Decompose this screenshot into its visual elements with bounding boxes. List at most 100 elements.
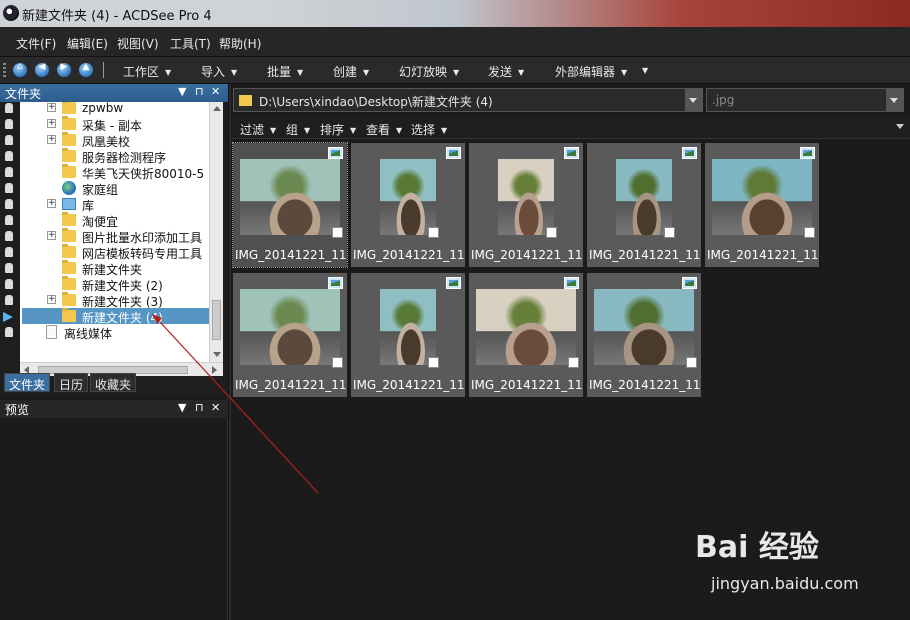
tree-item[interactable]: 新建文件夹 [0, 260, 209, 277]
tab-favorites[interactable]: 收藏夹 [90, 373, 137, 392]
select-checkbox[interactable] [664, 227, 675, 238]
browse-sort-menu[interactable]: 排序 ▼ [320, 121, 356, 138]
select-checkbox[interactable] [686, 357, 697, 368]
panel-menu-icon[interactable]: ▼ [178, 85, 186, 98]
select-checkbox[interactable] [568, 357, 579, 368]
thumbnail-item[interactable]: IMG_20141221_11... [469, 273, 583, 397]
panel-splitter[interactable] [228, 84, 231, 620]
pin-icon[interactable] [5, 279, 13, 289]
back-button[interactable]: ◀ [35, 62, 49, 77]
thumbnail-image[interactable] [712, 159, 812, 235]
select-checkbox[interactable] [332, 357, 343, 368]
pin-icon[interactable] [5, 263, 13, 273]
select-checkbox[interactable] [428, 227, 439, 238]
tree-item[interactable]: + zpwbw [0, 102, 209, 116]
toolbar-external-editor[interactable]: 外部编辑器 ▼ [555, 63, 627, 80]
tree-item[interactable]: 服务器检测程序 [0, 148, 209, 165]
home-button[interactable]: ⌂ [13, 62, 27, 77]
thumbnail-item[interactable]: IMG_20141221_11... [351, 143, 465, 267]
thumbnail-item[interactable]: IMG_20141221_11... [587, 143, 701, 267]
thumbnail-image[interactable] [240, 289, 340, 365]
toolbar-overflow-button[interactable]: ▼ [642, 66, 648, 75]
thumbnail-item[interactable]: IMG_20141221_11... [233, 273, 347, 397]
pin-icon[interactable] [5, 119, 13, 129]
expand-icon[interactable]: + [47, 231, 56, 240]
thumbnail-image[interactable] [380, 159, 436, 235]
forward-button[interactable]: ▶ [57, 62, 71, 77]
thumbnail-item[interactable]: IMG_20141221_11... [351, 273, 465, 397]
thumbnail-image[interactable] [498, 159, 554, 235]
toolbar-workspace[interactable]: 工作区 ▼ [123, 63, 171, 80]
toolbar-import[interactable]: 导入 ▼ [201, 63, 237, 80]
toolbar-grip[interactable] [3, 63, 6, 77]
tree-item[interactable]: + 新建文件夹 (3) [0, 292, 209, 309]
pin-icon[interactable] [5, 103, 13, 113]
scroll-down-icon[interactable] [213, 352, 221, 357]
menu-view[interactable]: 视图(V) [117, 35, 159, 52]
browse-group-menu[interactable]: 组 ▼ [286, 121, 310, 138]
file-type-dropdown[interactable] [886, 89, 903, 111]
file-type-filter[interactable]: .jpg [706, 88, 904, 112]
pin-icon[interactable]: ⊓ [195, 85, 204, 98]
panel-menu-icon[interactable]: ▼ [178, 401, 186, 414]
thumbnail-image[interactable] [380, 289, 436, 365]
tab-folders[interactable]: 文件夹 [4, 373, 51, 392]
pin-icon[interactable] [5, 167, 13, 177]
pin-icon[interactable] [5, 151, 13, 161]
tree-vertical-scrollbar[interactable] [209, 102, 223, 362]
pin-icon[interactable]: ⊓ [195, 401, 204, 414]
browse-toolbar-overflow[interactable] [896, 124, 904, 129]
expand-icon[interactable]: + [47, 135, 56, 144]
thumbnail-image[interactable] [616, 159, 672, 235]
tree-item[interactable]: 家庭组 [0, 180, 209, 197]
menu-file[interactable]: 文件(F) [16, 35, 56, 52]
pin-icon[interactable] [5, 183, 13, 193]
tree-item[interactable]: 华美飞天侠折80010-5 [0, 164, 209, 181]
expand-icon[interactable]: + [47, 295, 56, 304]
browse-view-menu[interactable]: 查看 ▼ [366, 121, 402, 138]
active-pin-icon[interactable] [3, 312, 13, 322]
tree-item[interactable]: + 库 [0, 196, 209, 213]
select-checkbox[interactable] [804, 227, 815, 238]
scroll-right-icon[interactable] [212, 366, 217, 374]
browse-filter-menu[interactable]: 过滤 ▼ [240, 121, 276, 138]
expand-icon[interactable]: + [47, 119, 56, 128]
pin-icon[interactable] [5, 295, 13, 305]
thumbnail-image[interactable] [240, 159, 340, 235]
scroll-thumb[interactable] [212, 300, 221, 340]
menu-tools[interactable]: 工具(T) [170, 35, 211, 52]
browse-select-menu[interactable]: 选择 ▼ [411, 121, 447, 138]
pin-icon[interactable] [5, 135, 13, 145]
scroll-up-icon[interactable] [213, 106, 221, 111]
menu-edit[interactable]: 编辑(E) [67, 35, 108, 52]
thumbnail-image[interactable] [476, 289, 576, 365]
menu-help[interactable]: 帮助(H) [219, 35, 261, 52]
thumbnail-item[interactable]: IMG_20141221_11... [587, 273, 701, 397]
tab-calendar[interactable]: 日历 [54, 373, 89, 392]
toolbar-slideshow[interactable]: 幻灯放映 ▼ [399, 63, 459, 80]
pin-icon[interactable] [5, 231, 13, 241]
expand-icon[interactable]: + [47, 199, 56, 208]
tree-item[interactable]: 淘便宜 [0, 212, 209, 229]
tree-item[interactable]: 网店模板转码专用工具 [0, 244, 209, 261]
close-icon[interactable]: ✕ [211, 85, 220, 98]
tree-item[interactable]: + 图片批量水印添加工具 [0, 228, 209, 245]
close-icon[interactable]: ✕ [211, 401, 220, 414]
tree-item[interactable]: + 凤凰美校 [0, 132, 209, 149]
expand-icon[interactable]: + [47, 103, 56, 112]
select-checkbox[interactable] [546, 227, 557, 238]
tree-item[interactable]: 新建文件夹 (2) [0, 276, 209, 293]
toolbar-create[interactable]: 创建 ▼ [333, 63, 369, 80]
path-address-bar[interactable]: D:\Users\xindao\Desktop\新建文件夹 (4) [233, 88, 703, 112]
thumbnail-item[interactable]: IMG_20141221_11... [705, 143, 819, 267]
toolbar-send[interactable]: 发送 ▼ [488, 63, 524, 80]
tree-item[interactable]: 离线媒体 [0, 324, 209, 341]
pin-icon[interactable] [5, 215, 13, 225]
pin-icon[interactable] [5, 199, 13, 209]
tree-item[interactable]: 新建文件夹 (4) [0, 308, 209, 325]
path-history-dropdown[interactable] [685, 89, 702, 111]
pin-icon[interactable] [5, 327, 13, 337]
toolbar-batch[interactable]: 批量 ▼ [267, 63, 303, 80]
tree-item[interactable]: + 采集 - 副本 [0, 116, 209, 133]
select-checkbox[interactable] [428, 357, 439, 368]
